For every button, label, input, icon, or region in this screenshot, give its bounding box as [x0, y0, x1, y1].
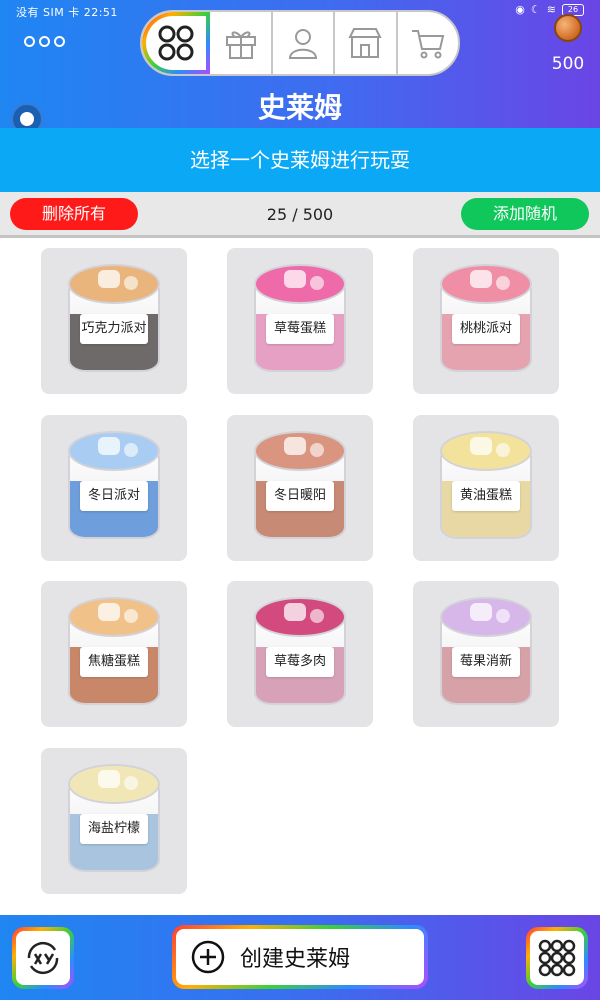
status-icons: ◉ ☾ ≋ 26: [515, 3, 584, 16]
shuffle-icon: [27, 941, 59, 975]
shop-icon: [348, 28, 383, 58]
header: 没有 SIM 卡 22:51 ◉ ☾ ≋ 26 500 史莱姆: [0, 0, 600, 128]
instruction-banner: 选择一个史莱姆进行玩耍: [0, 128, 600, 192]
slime-jar-image: 焦糖蛋糕: [68, 597, 160, 707]
slime-name-label: 黄油蛋糕: [452, 480, 520, 511]
slime-name-label: 草莓多肉: [266, 647, 334, 677]
slime-name-label: 草莓蛋糕: [266, 314, 334, 344]
slime-count: 25 / 500: [266, 205, 334, 224]
slime-card[interactable]: 黄油蛋糕: [413, 414, 559, 561]
slime-jar-image: 莓果消新: [440, 597, 532, 707]
slime-card[interactable]: 莓果消新: [413, 581, 559, 727]
plus-circle-icon: [191, 940, 225, 974]
slime-name-label: 莓果消新: [452, 647, 520, 677]
slime-card[interactable]: 桃桃派对: [413, 248, 559, 394]
slime-jar-image: 桃桃派对: [440, 264, 532, 374]
slime-name-label: 巧克力派对: [80, 314, 148, 344]
slime-card[interactable]: 海盐柠檬: [41, 747, 187, 894]
slime-card[interactable]: 草莓蛋糕: [227, 248, 373, 394]
tab-cart[interactable]: [398, 12, 458, 74]
slime-name-label: 焦糖蛋糕: [80, 647, 148, 677]
slime-jar-image: 草莓蛋糕: [254, 264, 346, 374]
page-title: 史莱姆: [257, 91, 342, 124]
coin-balance: 500: [551, 54, 585, 74]
status-carrier-time: 没有 SIM 卡 22:51: [16, 6, 118, 19]
dot-icon: [39, 36, 50, 47]
tab-gifts[interactable]: [210, 12, 273, 74]
slime-jar-image: 冬日暖阳: [254, 430, 346, 541]
slime-card[interactable]: 巧克力派对: [41, 248, 187, 394]
tab-profile[interactable]: [273, 12, 336, 74]
create-slime-label: 创建史莱姆: [240, 947, 351, 972]
grid-circles-icon: [158, 25, 194, 61]
tab-shop[interactable]: [335, 12, 398, 74]
slime-card[interactable]: 冬日派对: [41, 414, 187, 561]
slime-jar-image: 冬日派对: [68, 430, 160, 541]
shuffle-button[interactable]: [12, 927, 74, 989]
slime-card[interactable]: 草莓多肉: [227, 581, 373, 727]
slime-name-label: 桃桃派对: [452, 314, 520, 344]
create-slime-button[interactable]: 创建史莱姆: [172, 925, 428, 989]
delete-all-button[interactable]: 删除所有: [10, 198, 138, 230]
cart-icon: [411, 30, 445, 59]
slime-name-label: 冬日派对: [80, 480, 148, 511]
more-menu-button[interactable]: [24, 36, 65, 47]
slime-name-label: 冬日暖阳: [266, 480, 334, 511]
dot-icon: [24, 36, 35, 47]
slime-jar-image: 海盐柠檬: [68, 763, 160, 874]
gift-icon: [225, 31, 256, 59]
slime-grid: 巧克力派对 草莓蛋糕 桃桃派对冬日派对 冬日暖阳 黄油蛋糕焦糖蛋糕 草莓多肉 莓果消新海盐柠…: [0, 240, 600, 915]
slime-jar-image: 草莓多肉: [254, 597, 346, 707]
top-tab-bar: [140, 10, 460, 76]
add-random-button[interactable]: 添加随机: [461, 198, 589, 230]
eye-icon: ◉: [515, 3, 525, 16]
wifi-icon: ≋: [546, 3, 556, 16]
slime-jar-image: 巧克力派对: [68, 264, 160, 374]
slime-name-label: 海盐柠檬: [80, 813, 148, 844]
slime-card[interactable]: 冬日暖阳: [227, 414, 373, 561]
moon-icon: ☾: [530, 3, 541, 16]
action-bar: 删除所有 25 / 500 添加随机: [0, 192, 600, 238]
dot-icon: [54, 36, 65, 47]
coin-icon: [554, 14, 582, 42]
grid-menu-button[interactable]: [526, 927, 588, 989]
bottom-bar: 创建史莱姆: [0, 915, 600, 1000]
tab-slimes[interactable]: [142, 12, 210, 74]
user-icon: [289, 29, 318, 59]
slime-card[interactable]: 焦糖蛋糕: [41, 581, 187, 727]
grid-dots-icon: [538, 939, 576, 977]
slime-jar-image: 黄油蛋糕: [440, 430, 532, 541]
